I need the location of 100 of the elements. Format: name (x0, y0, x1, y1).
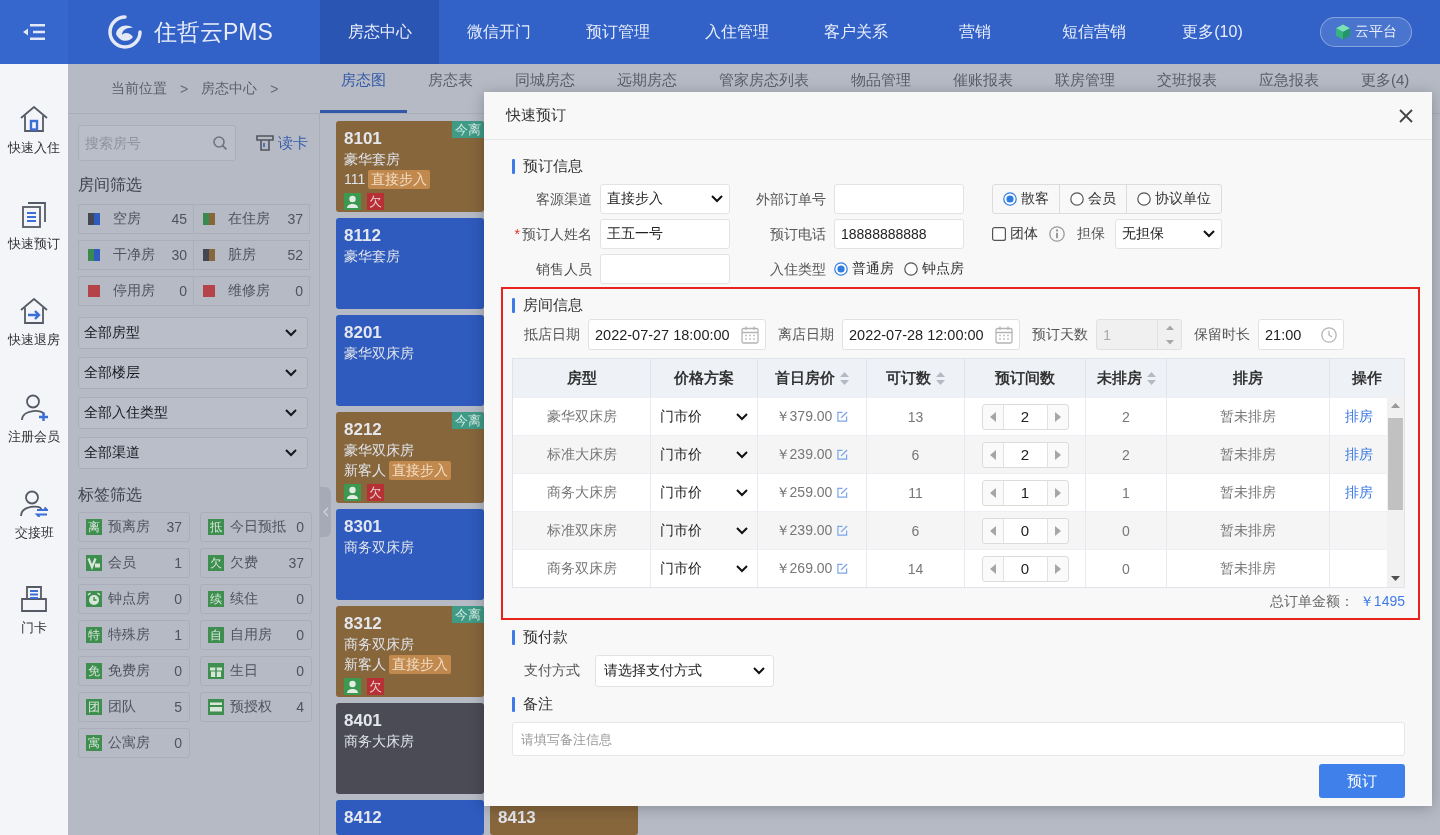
room-filter[interactable]: 空房 45 (78, 204, 194, 234)
sidebar-item[interactable]: 快速入住 (0, 106, 68, 202)
tab[interactable]: 联房管理 (1034, 64, 1136, 91)
edit-icon[interactable] (837, 563, 849, 574)
hold-time-field[interactable]: 21:00 (1258, 319, 1344, 350)
booker-name-field[interactable]: 王五一号 (600, 219, 730, 249)
assign-room-link[interactable]: 排房 (1344, 445, 1373, 464)
edit-icon[interactable] (837, 449, 849, 460)
room-card[interactable]: 8412 (336, 800, 484, 835)
tab[interactable]: 房态表 (407, 64, 494, 91)
sales-person-field[interactable] (600, 254, 730, 284)
payment-method-select[interactable]: 请选择支付方式 (595, 655, 774, 687)
filter-select[interactable]: 全部房型 (78, 317, 308, 349)
stay-type-radio[interactable]: 钟点房 (904, 260, 964, 278)
tab[interactable]: 交班报表 (1136, 64, 1238, 91)
edit-icon[interactable] (837, 411, 849, 422)
filter-select[interactable]: 全部楼层 (78, 357, 308, 389)
sort-icon[interactable] (936, 371, 945, 385)
room-card[interactable]: 8301 商务双床房 (336, 509, 484, 600)
nav-item[interactable]: 营销 (915, 0, 1034, 64)
tab[interactable]: 同城房态 (494, 64, 596, 91)
info-icon[interactable] (1049, 226, 1065, 242)
sort-icon[interactable] (1146, 371, 1156, 385)
tab[interactable]: 房态图 (320, 64, 407, 113)
remark-field[interactable]: 请填写备注信息 (512, 722, 1405, 756)
room-card[interactable]: 8101 豪华套房 111 直接步入 欠 今离 (336, 121, 484, 212)
tab[interactable]: 物品管理 (830, 64, 932, 91)
room-card[interactable]: 8312 商务双床房 新客人 直接步入 欠 今离 (336, 606, 484, 697)
room-card[interactable]: 8201 豪华双床房 (336, 315, 484, 406)
tab[interactable]: 催账报表 (932, 64, 1034, 91)
sidebar-item[interactable]: 快速预订 (0, 202, 68, 298)
nav-item[interactable]: 入住管理 (677, 0, 796, 64)
edit-icon[interactable] (837, 525, 849, 536)
room-card[interactable]: 8401 商务大床房 (336, 703, 484, 794)
menu-button[interactable] (0, 0, 68, 64)
nav-item[interactable]: 客户关系 (796, 0, 915, 64)
submit-button[interactable]: 预订 (1319, 764, 1405, 798)
guest-type-option[interactable]: 散客 (993, 185, 1059, 213)
price-plan-select[interactable]: 门市价 (660, 483, 748, 502)
nav-item[interactable]: 房态中心 (320, 0, 439, 64)
tag-filter[interactable]: 抵 今日预抵 0 (200, 512, 312, 542)
quantity-stepper[interactable]: 0 (981, 517, 1069, 544)
sidebar-item[interactable]: 快速退房 (0, 298, 68, 394)
external-order-field[interactable] (834, 184, 964, 214)
sidebar-item[interactable]: 注册会员 (0, 394, 68, 490)
tab[interactable]: 应急报表 (1238, 64, 1340, 91)
assign-room-link[interactable]: 排房 (1344, 407, 1373, 426)
tag-filter[interactable]: 特 特殊房 1 (78, 620, 190, 650)
quantity-stepper[interactable]: 2 (981, 403, 1069, 430)
tab[interactable]: 更多(4) (1340, 64, 1431, 91)
nav-item[interactable]: 短信营销 (1034, 0, 1153, 64)
guarantee-select[interactable]: 无担保 (1115, 219, 1222, 249)
price-plan-select[interactable]: 门市价 (660, 445, 748, 464)
scroll-up-icon[interactable] (1391, 403, 1400, 408)
price-plan-select[interactable]: 门市价 (660, 559, 748, 578)
source-select[interactable]: 直接步入 (600, 184, 730, 214)
price-plan-select[interactable]: 门市价 (660, 521, 748, 540)
room-filter[interactable]: 停用房 0 (78, 276, 194, 306)
tab[interactable]: 远期房态 (596, 64, 698, 91)
scrollbar[interactable] (1387, 397, 1404, 587)
guest-type-option[interactable]: 会员 (1059, 185, 1126, 213)
tag-filter[interactable]: 会员 1 (78, 548, 190, 578)
tag-filter[interactable]: 寓 公寓房 0 (78, 728, 190, 758)
edit-icon[interactable] (837, 487, 849, 498)
tag-filter[interactable]: 生日 0 (200, 656, 312, 686)
assign-room-link[interactable]: 排房 (1344, 483, 1373, 502)
room-filter[interactable]: 干净房 30 (78, 240, 194, 270)
room-card[interactable]: 8112 豪华套房 (336, 218, 484, 309)
scroll-down-icon[interactable] (1391, 576, 1400, 581)
departure-date-field[interactable]: 2022-07-28 12:00:00 (842, 319, 1020, 350)
phone-field[interactable]: 18888888888 (834, 219, 964, 249)
room-card[interactable]: 8212 豪华双床房 新客人 直接步入 欠 今离 (336, 412, 484, 503)
tag-filter[interactable]: 欠 欠费 37 (200, 548, 312, 578)
tag-filter[interactable]: 钟点房 0 (78, 584, 190, 614)
nav-item[interactable]: 微信开门 (439, 0, 558, 64)
tag-filter[interactable]: 预授权 4 (200, 692, 312, 722)
room-filter[interactable]: 在住房 37 (194, 204, 310, 234)
guest-type-option[interactable]: 协议单位 (1126, 185, 1221, 213)
room-filter[interactable]: 脏房 52 (194, 240, 310, 270)
room-filter[interactable]: 维修房 0 (194, 276, 310, 306)
arrival-date-field[interactable]: 2022-07-27 18:00:00 (588, 319, 766, 350)
tag-filter[interactable]: 续 续住 0 (200, 584, 312, 614)
tag-filter[interactable]: 离 预离房 37 (78, 512, 190, 542)
tag-filter[interactable]: 自 自用房 0 (200, 620, 312, 650)
nav-item[interactable]: 更多(10) (1153, 0, 1272, 64)
price-plan-select[interactable]: 门市价 (660, 407, 748, 426)
read-card-button[interactable]: 读卡 (256, 133, 308, 153)
scrollbar-thumb[interactable] (1388, 418, 1403, 510)
quantity-stepper[interactable]: 1 (981, 479, 1069, 506)
sort-icon[interactable] (840, 371, 849, 385)
quantity-stepper[interactable]: 0 (981, 555, 1069, 582)
tag-filter[interactable]: 团 团队 5 (78, 692, 190, 722)
collapse-handle[interactable] (320, 487, 331, 537)
nav-item[interactable]: 预订管理 (558, 0, 677, 64)
sidebar-item[interactable]: 门卡 (0, 586, 68, 682)
tab[interactable]: 管家房态列表 (698, 64, 830, 91)
cloud-platform-button[interactable]: 云平台 (1320, 17, 1412, 47)
stay-type-radio[interactable]: 普通房 (834, 260, 894, 278)
tag-filter[interactable]: 免 免费房 0 (78, 656, 190, 686)
filter-select[interactable]: 全部渠道 (78, 437, 308, 469)
